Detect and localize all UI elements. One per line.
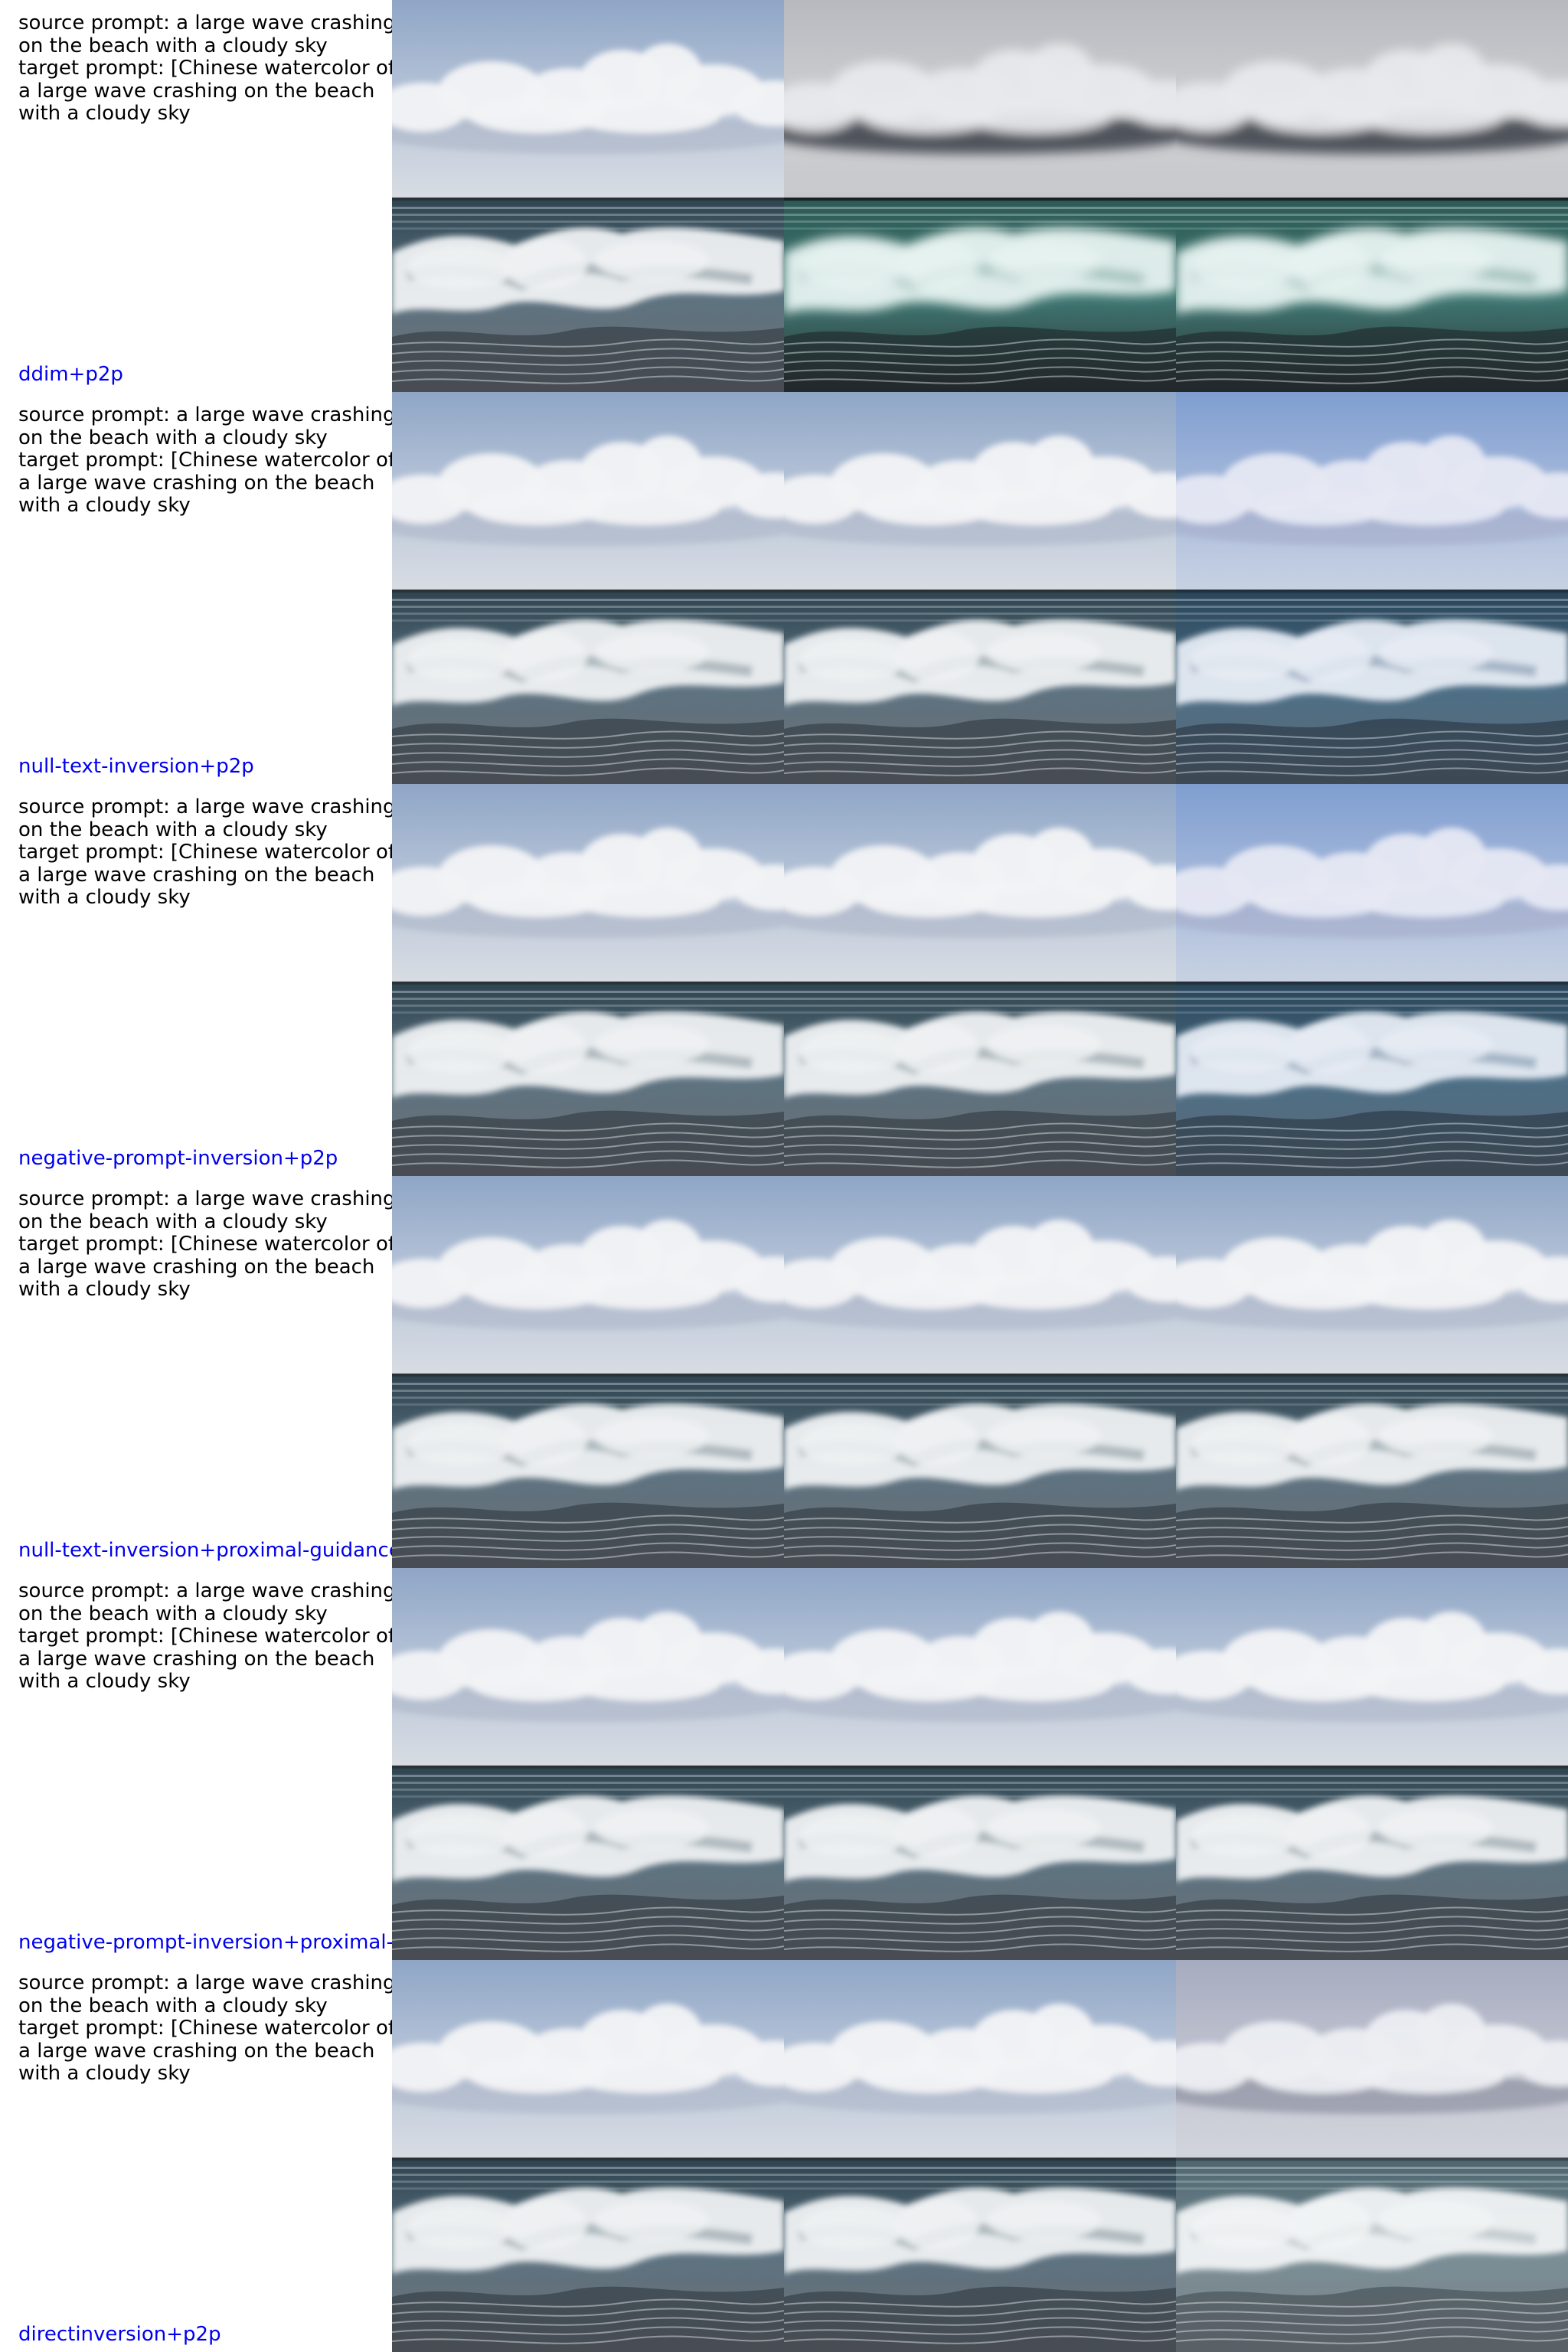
reconstruction-image [784, 784, 1176, 1176]
reconstruction-image [784, 1568, 1176, 1960]
prompt-line: a large wave crashing on the beach [18, 1255, 375, 1279]
prompt-line: a large wave crashing on the beach [18, 1647, 375, 1671]
foreground-wash [784, 1894, 1176, 1960]
prompt-line: on the beach with a cloudy sky [18, 426, 328, 449]
comparison-grid: source prompt: a large wave crashing on t… [0, 0, 1568, 2352]
prompt-line: on the beach with a cloudy sky [18, 1602, 328, 1625]
comparison-row: source prompt: a large wave crashing on t… [0, 1568, 1568, 1960]
reconstruction-image [784, 1960, 1176, 2352]
method-label: null-text-inversion+p2p [18, 755, 254, 778]
prompt-text: source prompt: a large wave crashing on t… [18, 1187, 392, 1302]
foreground-wash [392, 326, 784, 392]
comparison-row: source prompt: a large wave crashing on t… [0, 784, 1568, 1176]
prompt-line: source prompt: a large wave crashing [18, 795, 392, 818]
prompt-line: a large wave crashing on the beach [18, 79, 375, 103]
prompt-line: with a cloudy sky [18, 102, 191, 125]
prompt-text: source prompt: a large wave crashing on t… [18, 11, 392, 126]
foreground-wash [392, 1894, 784, 1960]
prompt-line: target prompt: [Chinese watercolor of] [18, 2017, 392, 2040]
foreground-wash [1176, 1110, 1568, 1176]
source-image [392, 392, 784, 784]
method-label: ddim+p2p [18, 363, 123, 386]
prompt-line: with a cloudy sky [18, 1278, 191, 1301]
edited-image [1176, 0, 1568, 392]
foreground-wash [392, 1110, 784, 1176]
prompt-text: source prompt: a large wave crashing on t… [18, 403, 392, 518]
prompt-line: target prompt: [Chinese watercolor of] [18, 841, 392, 864]
foreground-wash [392, 2286, 784, 2352]
prompt-line: source prompt: a large wave crashing [18, 11, 392, 34]
foreground-wash [784, 1502, 1176, 1568]
prompt-line: on the beach with a cloudy sky [18, 818, 328, 841]
foreground-wash [1176, 718, 1568, 784]
foreground-wash [784, 718, 1176, 784]
prompt-line: source prompt: a large wave crashing [18, 1187, 392, 1210]
prompt-line: on the beach with a cloudy sky [18, 1210, 328, 1233]
prompt-line: with a cloudy sky [18, 886, 191, 909]
prompt-line: with a cloudy sky [18, 1670, 191, 1693]
source-image [392, 784, 784, 1176]
source-image [392, 0, 784, 392]
comparison-row: source prompt: a large wave crashing on t… [0, 1176, 1568, 1568]
prompt-line: source prompt: a large wave crashing [18, 1971, 392, 1994]
prompt-line: with a cloudy sky [18, 494, 191, 517]
prompt-text: source prompt: a large wave crashing on t… [18, 1579, 392, 1694]
reconstruction-image [784, 1176, 1176, 1568]
foreground-wash [784, 2286, 1176, 2352]
row-label-panel: source prompt: a large wave crashing on t… [0, 0, 392, 392]
prompt-text: source prompt: a large wave crashing on t… [18, 1971, 392, 2086]
edited-image [1176, 1960, 1568, 2352]
foreground-wash [1176, 1894, 1568, 1960]
reconstruction-image [784, 392, 1176, 784]
comparison-row: source prompt: a large wave crashing on t… [0, 392, 1568, 784]
prompt-line: source prompt: a large wave crashing [18, 403, 392, 426]
prompt-line: target prompt: [Chinese watercolor of] [18, 57, 392, 80]
comparison-row: source prompt: a large wave crashing on t… [0, 1960, 1568, 2352]
foreground-wash [1176, 2286, 1568, 2352]
edited-image [1176, 784, 1568, 1176]
row-label-panel: source prompt: a large wave crashing on t… [0, 1176, 392, 1568]
foreground-wash [784, 326, 1176, 392]
method-label: null-text-inversion+proximal-guidance [18, 1539, 392, 1562]
method-label: negative-prompt-inversion+proximal-g [18, 1931, 392, 1954]
prompt-line: target prompt: [Chinese watercolor of] [18, 1625, 392, 1648]
foreground-wash [1176, 326, 1568, 392]
prompt-line: on the beach with a cloudy sky [18, 34, 328, 57]
row-label-panel: source prompt: a large wave crashing on t… [0, 1568, 392, 1960]
method-label: directinversion+p2p [18, 2323, 221, 2346]
row-label-panel: source prompt: a large wave crashing on t… [0, 784, 392, 1176]
foreground-wash [1176, 1502, 1568, 1568]
reconstruction-image [784, 0, 1176, 392]
source-image [392, 1568, 784, 1960]
foreground-wash [392, 718, 784, 784]
source-image [392, 1960, 784, 2352]
edited-image [1176, 1568, 1568, 1960]
prompt-line: on the beach with a cloudy sky [18, 1994, 328, 2017]
method-label: negative-prompt-inversion+p2p [18, 1147, 338, 1170]
prompt-line: a large wave crashing on the beach [18, 471, 375, 495]
prompt-line: target prompt: [Chinese watercolor of] [18, 1233, 392, 1256]
prompt-line: with a cloudy sky [18, 2062, 191, 2085]
foreground-wash [784, 1110, 1176, 1176]
row-label-panel: source prompt: a large wave crashing on t… [0, 1960, 392, 2352]
comparison-row: source prompt: a large wave crashing on t… [0, 0, 1568, 392]
prompt-line: target prompt: [Chinese watercolor of] [18, 449, 392, 472]
prompt-line: a large wave crashing on the beach [18, 2039, 375, 2063]
edited-image [1176, 392, 1568, 784]
row-label-panel: source prompt: a large wave crashing on t… [0, 392, 392, 784]
prompt-line: source prompt: a large wave crashing [18, 1579, 392, 1602]
source-image [392, 1176, 784, 1568]
edited-image [1176, 1176, 1568, 1568]
prompt-text: source prompt: a large wave crashing on t… [18, 795, 392, 910]
prompt-line: a large wave crashing on the beach [18, 863, 375, 887]
foreground-wash [392, 1502, 784, 1568]
